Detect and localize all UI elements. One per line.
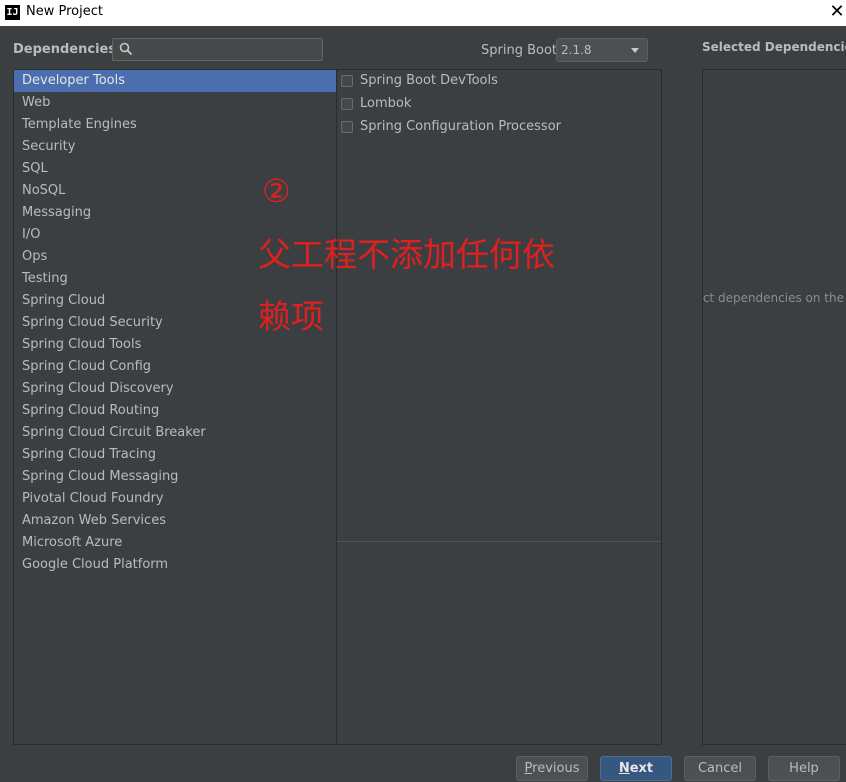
category-item[interactable]: Pivotal Cloud Foundry: [14, 488, 336, 510]
dependency-label: Lombok: [360, 96, 412, 111]
category-list[interactable]: Developer Tools Web Template Engines Securi…: [13, 69, 337, 745]
next-mnemonic: N: [618, 761, 630, 776]
category-item[interactable]: Spring Cloud Config: [14, 356, 336, 378]
category-item[interactable]: Spring Cloud Tracing: [14, 444, 336, 466]
search-box[interactable]: [112, 38, 323, 61]
spring-boot-label: Spring Boot: [481, 43, 558, 58]
close-icon[interactable]: ✕: [828, 0, 846, 24]
category-item[interactable]: Spring Cloud Circuit Breaker: [14, 422, 336, 444]
category-item[interactable]: Developer Tools: [14, 70, 336, 92]
spring-boot-version-value: 2.1.8: [561, 43, 592, 57]
dependency-checkbox[interactable]: [341, 121, 353, 133]
category-item[interactable]: Security: [14, 136, 336, 158]
selected-dependencies-hint: ect dependencies on the: [702, 291, 844, 305]
category-item[interactable]: Google Cloud Platform: [14, 554, 336, 576]
dependency-panel-divider: [337, 541, 661, 542]
annotation-number: ②: [262, 172, 291, 210]
category-item[interactable]: Spring Cloud Routing: [14, 400, 336, 422]
cancel-button[interactable]: Cancel: [684, 756, 756, 781]
search-input[interactable]: [137, 41, 321, 60]
next-button[interactable]: Next: [600, 756, 672, 781]
dependency-label: Spring Boot DevTools: [360, 73, 498, 88]
selected-dependencies-panel: ect dependencies on the: [702, 69, 846, 745]
annotation-text-line2: 赖项: [258, 297, 324, 336]
dependency-row[interactable]: Spring Boot DevTools: [337, 70, 661, 93]
dependency-row[interactable]: Spring Configuration Processor: [337, 116, 661, 139]
intellij-app-icon: IJ: [5, 5, 20, 20]
dependency-row[interactable]: Lombok: [337, 93, 661, 116]
spring-boot-version-select[interactable]: 2.1.8: [556, 38, 648, 62]
category-item[interactable]: Template Engines: [14, 114, 336, 136]
dependency-panel: Spring Boot DevTools Lombok Spring Configu…: [337, 69, 662, 745]
selected-dependencies-title: Selected Dependencies: [702, 40, 846, 54]
category-item[interactable]: Web: [14, 92, 336, 114]
help-button[interactable]: Help: [768, 756, 840, 781]
chevron-down-icon: [631, 48, 639, 53]
dependencies-label: Dependencies: [13, 42, 117, 57]
previous-button[interactable]: Previous: [516, 756, 588, 781]
dependency-label: Spring Configuration Processor: [360, 119, 561, 134]
category-item[interactable]: Microsoft Azure: [14, 532, 336, 554]
annotation-text-line1: 父工程不添加任何依: [258, 235, 555, 274]
next-label: ext: [629, 761, 654, 776]
title-bar: IJ New Project ✕: [0, 0, 846, 26]
dependency-checkbox[interactable]: [341, 98, 353, 110]
dependency-checkbox[interactable]: [341, 75, 353, 87]
previous-mnemonic: P: [524, 761, 533, 776]
category-item[interactable]: Spring Cloud Messaging: [14, 466, 336, 488]
window-title: New Project: [26, 4, 103, 19]
category-item[interactable]: Amazon Web Services: [14, 510, 336, 532]
search-icon: [119, 42, 133, 56]
previous-label: revious: [532, 761, 580, 776]
category-item[interactable]: Spring Cloud Discovery: [14, 378, 336, 400]
